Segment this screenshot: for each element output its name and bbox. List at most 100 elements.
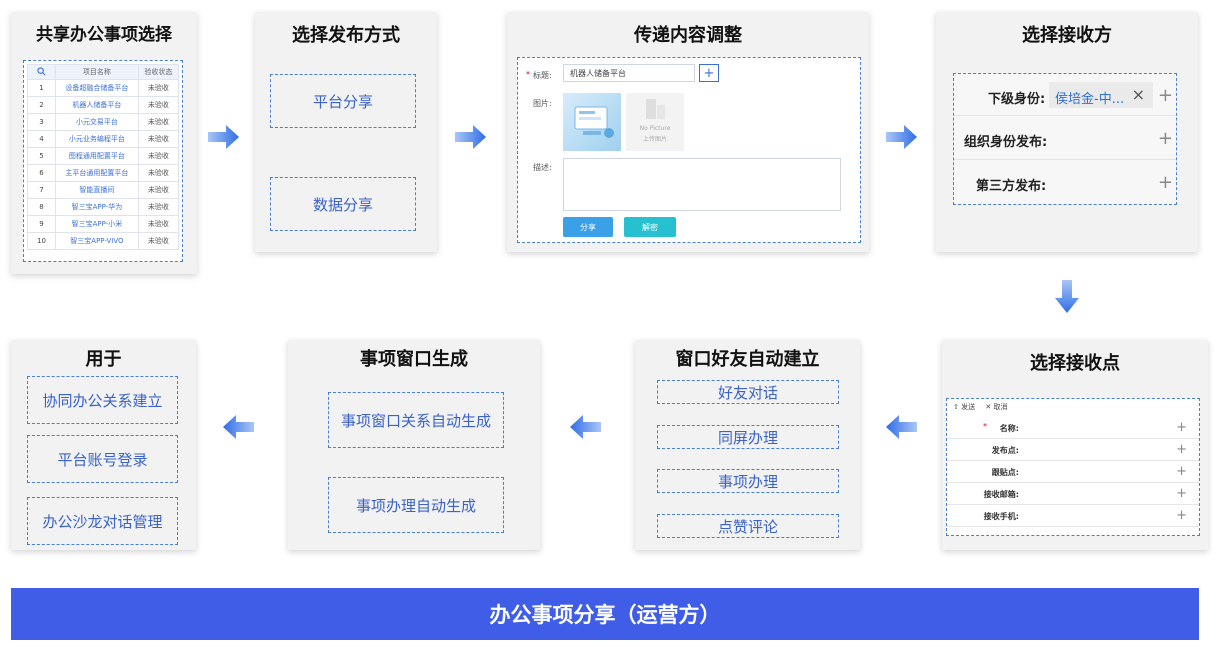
- footer-banner: 办公事项分享（运营方）: [11, 588, 1199, 640]
- receiver-label: 下级身份:: [988, 92, 1046, 107]
- receiver-label: 组织身份发布:: [964, 135, 1048, 150]
- same-screen-item[interactable]: 同屏办理: [657, 425, 839, 449]
- acceptance-status: 未验收: [137, 164, 180, 182]
- step7-card: 事项窗口生成 事项窗口关系自动生成 事项办理自动生成: [288, 340, 540, 550]
- cancel-icon[interactable]: ✕: [985, 403, 991, 411]
- receive-point-form: ⇧ 发送 ✕ 取消 * 名称: + 发布点: + 跟贴点: + 接收邮箱: + 接收手机: +: [946, 398, 1200, 536]
- required-mark: *: [526, 70, 530, 79]
- table-row[interactable]: 3 小元交易平台 未验收: [27, 113, 180, 131]
- arrow-right-icon: [208, 125, 239, 149]
- point-field-label: 跟贴点:: [991, 468, 1019, 477]
- salon-manage-item[interactable]: 办公沙龙对话管理: [27, 497, 178, 545]
- table-row[interactable]: 1 设备超融合储备平台 未验收: [27, 79, 180, 97]
- project-name: 智能直播间: [55, 181, 139, 199]
- table-row[interactable]: 8 智三宝APP-华为 未验收: [27, 198, 180, 216]
- search-icon[interactable]: [27, 64, 56, 80]
- project-name: 小元交易平台: [55, 113, 139, 131]
- add-icon[interactable]: +: [1158, 172, 1173, 193]
- table-row[interactable]: 9 智三宝APP-小米 未验收: [27, 215, 180, 233]
- acceptance-status: 未验收: [137, 96, 180, 114]
- project-name: 小元业务编程平台: [55, 130, 139, 148]
- close-icon[interactable]: ×: [1132, 85, 1145, 104]
- collab-item[interactable]: 协同办公关系建立: [27, 376, 178, 424]
- cancel-button[interactable]: 取消: [993, 403, 1007, 411]
- row-number: 6: [27, 164, 56, 182]
- table-row[interactable]: 7 智能直播间 未验收: [27, 181, 180, 199]
- project-name: 图程通用配置平台: [55, 147, 139, 165]
- row-number: 9: [27, 215, 56, 233]
- row-number: 3: [27, 113, 56, 131]
- acceptance-status: 未验收: [137, 113, 180, 131]
- content-form: * 标题: 机器人储备平台 + 图片: No Picture 上传图片 描述: …: [517, 57, 861, 243]
- add-icon[interactable]: +: [1158, 128, 1173, 149]
- description-textarea[interactable]: [563, 158, 841, 211]
- table-row[interactable]: 4 小元业务编程平台 未验收: [27, 130, 180, 148]
- project-table-frame: 项目名称 验收状态 1 设备超融合储备平台 未验收 2 机器人储备平台 未验收 3 小元交易平…: [23, 60, 183, 262]
- step8-card: 用于 协同办公关系建立 平台账号登录 办公沙龙对话管理: [11, 340, 196, 550]
- description-label: 描述:: [533, 163, 552, 172]
- receiver-row-subordinate: 下级身份: 侯培金-中... × +: [954, 74, 1176, 116]
- row-number: 8: [27, 198, 56, 216]
- like-comment-item[interactable]: 点赞评论: [657, 514, 839, 538]
- column-header-status: 验收状态: [137, 64, 180, 80]
- step4-title: 选择接收方: [1022, 25, 1112, 46]
- upload-text: 上传图片: [642, 136, 667, 143]
- step6-card: 窗口好友自动建立 好友对话 同屏办理 事项办理 点赞评论: [635, 340, 860, 550]
- table-row[interactable]: 2 机器人储备平台 未验收: [27, 96, 180, 114]
- acceptance-status: 未验收: [137, 181, 180, 199]
- share-button[interactable]: 分享: [563, 217, 613, 237]
- step4-card: 选择接收方 下级身份: 侯培金-中... × + 组织身份发布: + 第三方发布…: [936, 12, 1198, 252]
- point-field-label: 接收手机:: [983, 512, 1019, 521]
- building-placeholder-icon: [646, 99, 665, 119]
- acceptance-status: 未验收: [137, 215, 180, 233]
- add-icon[interactable]: +: [1176, 464, 1187, 479]
- image-label: 图片:: [533, 99, 552, 108]
- row-number: 2: [27, 96, 56, 114]
- option-platform-share[interactable]: 平台分享: [270, 74, 416, 128]
- column-header-name: 项目名称: [55, 64, 139, 80]
- send-icon[interactable]: ⇧: [953, 403, 959, 411]
- table-row[interactable]: 5 图程通用配置平台 未验收: [27, 147, 180, 165]
- step6-title: 窗口好友自动建立: [675, 349, 820, 370]
- add-button[interactable]: +: [699, 64, 719, 82]
- friend-chat-item[interactable]: 好友对话: [657, 380, 839, 404]
- table-row[interactable]: 10 智三宝APP-VIVO 未验收: [27, 232, 180, 250]
- matter-handling-item[interactable]: 事项办理: [657, 469, 839, 493]
- form-toolbar: ⇧ 发送 ✕ 取消: [953, 402, 1007, 412]
- handling-auto-item[interactable]: 事项办理自动生成: [328, 477, 504, 533]
- window-relation-item[interactable]: 事项窗口关系自动生成: [328, 392, 504, 448]
- step3-title: 传递内容调整: [634, 25, 742, 46]
- add-icon[interactable]: +: [1176, 420, 1187, 435]
- arrow-right-icon: [886, 125, 917, 149]
- step2-title: 选择发布方式: [292, 25, 400, 46]
- account-login-item[interactable]: 平台账号登录: [27, 435, 178, 483]
- step1-title: 共享办公事项选择: [36, 25, 172, 45]
- row-number: 4: [27, 130, 56, 148]
- arrow-left-icon: [886, 415, 917, 439]
- add-icon[interactable]: +: [1176, 486, 1187, 501]
- arrow-left-icon: [223, 415, 254, 439]
- uploaded-image[interactable]: [563, 93, 621, 151]
- project-name: 设备超融合储备平台: [55, 79, 139, 97]
- upload-placeholder[interactable]: No Picture 上传图片: [626, 93, 684, 151]
- add-icon[interactable]: +: [1158, 85, 1173, 106]
- title-label: 标题:: [533, 71, 552, 80]
- table-row[interactable]: 6 主平台通用配置平台 未验收: [27, 164, 180, 182]
- row-number: 5: [27, 147, 56, 165]
- decrypt-button[interactable]: 解密: [624, 217, 676, 237]
- point-field-row: 发布点: +: [947, 439, 1199, 461]
- arrow-right-icon: [455, 125, 486, 149]
- screen-illustration-icon: [574, 106, 614, 138]
- receiver-tag[interactable]: 侯培金-中... ×: [1049, 82, 1153, 108]
- step5-card: 选择接收点 ⇧ 发送 ✕ 取消 * 名称: + 发布点: + 跟贴点: + 接收邮箱: + 接收手…: [942, 340, 1208, 550]
- option-data-share[interactable]: 数据分享: [270, 177, 416, 231]
- title-input[interactable]: 机器人储备平台: [563, 64, 695, 82]
- step7-title: 事项窗口生成: [360, 349, 468, 370]
- receiver-label: 第三方发布:: [976, 179, 1047, 194]
- step1-card: 共享办公事项选择 项目名称 验收状态 1 设备超融合储备平台 未验收 2 机器人储备平台…: [11, 12, 197, 274]
- add-icon[interactable]: +: [1176, 442, 1187, 457]
- project-name: 智三宝APP-华为: [55, 198, 139, 216]
- add-icon[interactable]: +: [1176, 508, 1187, 523]
- receiver-row-organization: 组织身份发布: +: [954, 116, 1176, 160]
- send-button[interactable]: 发送: [961, 403, 975, 411]
